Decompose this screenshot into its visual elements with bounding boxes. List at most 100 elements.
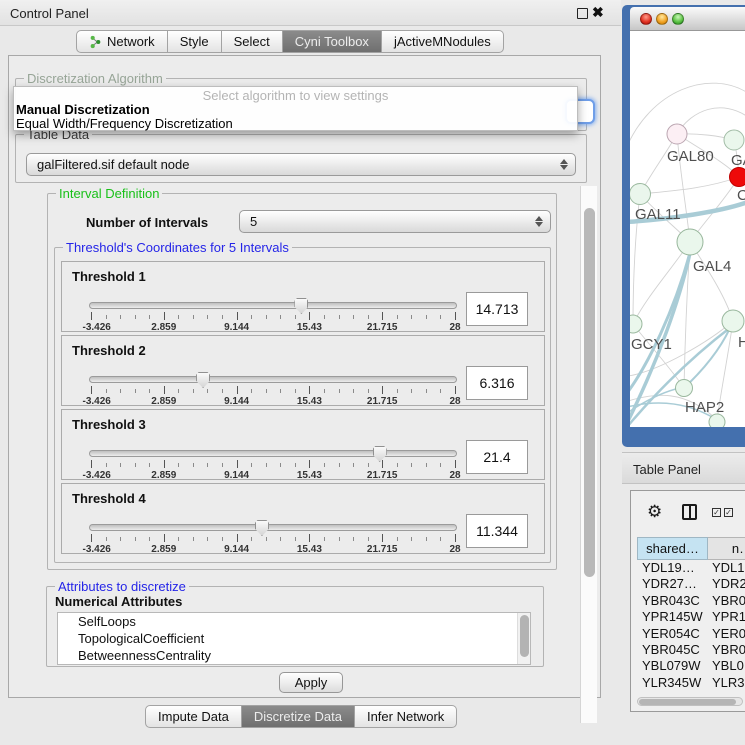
table-row[interactable]: YIL052CYIL0 (637, 691, 745, 692)
tab-cyni-toolbox[interactable]: Cyni Toolbox (283, 30, 382, 53)
popup-option-manual-discretization[interactable]: Manual Discretization (16, 102, 150, 117)
tab-network[interactable]: Network (76, 30, 168, 53)
threshold-4-slider[interactable]: -3.4262.8599.14415.4321.71528 (89, 521, 457, 553)
number-of-intervals-label: Number of Intervals (86, 215, 208, 230)
tab-select[interactable]: Select (222, 30, 283, 53)
network-window-titlebar (630, 7, 745, 31)
node (667, 124, 687, 144)
table-row[interactable]: YER054CYER0 (637, 626, 745, 642)
numerical-attributes-label: Numerical Attributes (55, 594, 182, 609)
attributes-list-scrollbar[interactable] (517, 613, 530, 664)
thresholds-group: Threshold's Coordinates for 5 Intervals … (54, 247, 551, 563)
column-header-name[interactable]: n… (708, 537, 745, 560)
threshold-3-box: Threshold 3 -3.4262.8599.14415.4321.7152… (61, 409, 545, 480)
slider-track[interactable] (89, 450, 457, 457)
tab-impute-data-label: Impute Data (158, 709, 229, 724)
zoom-traffic-light-icon[interactable] (672, 13, 684, 25)
table-row[interactable]: YPR145WYPR1 (637, 609, 745, 625)
tab-impute-data[interactable]: Impute Data (145, 705, 242, 728)
thresholds-group-title: Threshold's Coordinates for 5 Intervals (63, 240, 292, 255)
threshold-3-label: Threshold 3 (72, 417, 146, 432)
list-item[interactable]: TopologicalCoefficient (58, 630, 530, 647)
cell-shared-name: YDR27… (637, 576, 708, 592)
tab-infer-network[interactable]: Infer Network (355, 705, 457, 728)
node (724, 130, 744, 150)
stepper-arrows-icon (535, 211, 543, 232)
network-icon (89, 35, 102, 49)
slider-track[interactable] (89, 524, 457, 531)
gear-icon[interactable]: ⚙ (647, 502, 662, 522)
algorithm-popup-hint: Select algorithm to view settings (14, 88, 577, 103)
control-panel-window: Control Panel ✖ Network Style Select Cyn… (0, 0, 621, 745)
scrollbar-thumb[interactable] (639, 699, 736, 705)
threshold-1-value-field[interactable]: 14.713 (466, 292, 528, 326)
table-data-combobox[interactable]: galFiltered.sif default node (26, 153, 576, 176)
table-row[interactable]: YBR045CYBR0 (637, 642, 745, 658)
table-header: shared… n… (637, 537, 745, 560)
network-canvas[interactable]: GAL80 GA C GAL11 GAL4 GCY1 H HAP2 (630, 31, 745, 427)
tab-infer-network-label: Infer Network (367, 709, 444, 724)
cell-name: YBR0 (708, 593, 745, 609)
cell-name: YBR0 (708, 642, 745, 658)
table-row[interactable]: YBL079WYBL0 (637, 658, 745, 674)
scrollbar-thumb[interactable] (584, 208, 595, 577)
tab-discretize-data[interactable]: Discretize Data (242, 705, 355, 728)
table-horizontal-scrollbar[interactable] (637, 697, 743, 706)
table-panel-title: Table Panel (633, 462, 701, 477)
discretization-algorithm-title: Discretization Algorithm (24, 71, 166, 86)
list-item[interactable]: BetweennessCentrality (58, 647, 530, 664)
number-of-intervals-combobox[interactable]: 5 (239, 210, 551, 233)
checkbox-icon[interactable]: ✓ (712, 508, 721, 517)
threshold-4-value-field[interactable]: 11.344 (466, 514, 528, 548)
threshold-2-slider[interactable]: -3.4262.8599.14415.4321.71528 (89, 373, 457, 405)
cell-name: YDL1 (708, 560, 745, 576)
slider-ticks (91, 386, 455, 395)
panel-vertical-scrollbar[interactable] (580, 186, 597, 723)
threshold-1-label: Threshold 1 (72, 269, 146, 284)
node-label: GAL4 (693, 258, 731, 275)
cell-shared-name: YDL19… (637, 560, 708, 576)
table-rows: YDL19…YDL1 YDR27…YDR2 YBR043CYBR0 YPR145… (637, 560, 745, 692)
tab-discretize-data-label: Discretize Data (254, 709, 342, 724)
numerical-attributes-list[interactable]: SelfLoops TopologicalCoefficient Between… (57, 612, 531, 665)
slider-track[interactable] (89, 376, 457, 383)
threshold-2-value-field[interactable]: 6.316 (466, 366, 528, 400)
node (677, 229, 703, 255)
network-view-window: GAL80 GA C GAL11 GAL4 GCY1 H HAP2 (622, 5, 745, 447)
slider-ticks (91, 460, 455, 469)
cell-name: YLR3 (708, 675, 745, 691)
table-row[interactable]: YLR345WYLR3 (637, 675, 745, 691)
node-label: HAP2 (685, 399, 724, 416)
list-item[interactable]: SelfLoops (58, 613, 530, 630)
cell-shared-name: YBR045C (637, 642, 708, 658)
threshold-1-slider[interactable]: -3.4262.8599.14415.4321.71528 (89, 299, 457, 331)
tab-jactivemnodules[interactable]: jActiveMNodules (382, 30, 504, 53)
attributes-group-title: Attributes to discretize (55, 579, 189, 594)
table-row[interactable]: YDR27…YDR2 (637, 576, 745, 592)
node (630, 184, 651, 205)
column-header-shared-name[interactable]: shared… (637, 537, 708, 560)
columns-icon[interactable] (682, 504, 697, 520)
threshold-4-box: Threshold 4 -3.4262.8599.14415.4321.7152… (61, 483, 545, 554)
node-label: GA (731, 152, 745, 169)
close-traffic-light-icon[interactable] (640, 13, 652, 25)
tab-style[interactable]: Style (168, 30, 222, 53)
node-label: GCY1 (631, 336, 672, 353)
close-icon[interactable]: ✖ (592, 4, 604, 21)
checkbox-icon[interactable]: ✓ (724, 508, 733, 517)
slider-ticks (91, 534, 455, 543)
popup-option-equal-width-frequency[interactable]: Equal Width/Frequency Discretization (16, 116, 233, 131)
table-row[interactable]: YBR043CYBR0 (637, 593, 745, 609)
slider-tick-labels: -3.4262.8599.14415.4321.71528 (91, 470, 455, 480)
slider-tick-labels: -3.4262.8599.14415.4321.71528 (91, 396, 455, 406)
node-label: C (737, 187, 745, 204)
float-window-icon[interactable] (577, 8, 588, 19)
table-row[interactable]: YDL19…YDL1 (637, 560, 745, 576)
node (630, 315, 642, 333)
minimize-traffic-light-icon[interactable] (656, 13, 668, 25)
threshold-3-slider[interactable]: -3.4262.8599.14415.4321.71528 (89, 447, 457, 479)
slider-track[interactable] (89, 302, 457, 309)
apply-button[interactable]: Apply (279, 672, 343, 693)
tab-jactivemnodules-label: jActiveMNodules (394, 34, 491, 49)
threshold-3-value-field[interactable]: 21.4 (466, 440, 528, 474)
